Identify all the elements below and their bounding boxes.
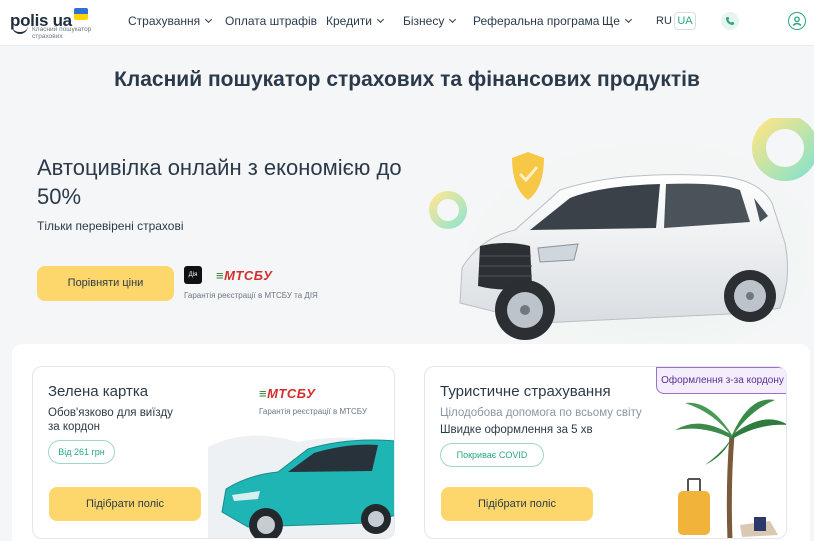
nav-label: Оплата штрафів	[225, 14, 317, 28]
nav-more[interactable]: Ще	[602, 14, 632, 28]
flag-icon	[73, 8, 88, 20]
card-text: за кордон	[48, 421, 101, 433]
mtsbu-logo: ≡МТСБУ	[216, 268, 273, 283]
pick-policy-button[interactable]: Підібрати поліс	[49, 487, 201, 521]
pick-policy-button[interactable]: Підібрати поліс	[441, 487, 593, 521]
card-text: Цілодобова допомога по всьому світу	[440, 407, 642, 419]
nav-label: Реферальна програма	[473, 14, 600, 28]
chevron-down-icon	[449, 15, 457, 24]
logo-tagline: Класний пошукатор страхових	[32, 26, 92, 40]
diia-logo: Дія	[184, 266, 202, 284]
abroad-badge: Оформлення з-за кордону	[656, 367, 786, 394]
nav-insurance[interactable]: Страхування	[128, 14, 213, 28]
hero-car-illustration	[429, 118, 814, 348]
lang-ru[interactable]: RU	[656, 15, 672, 27]
user-icon[interactable]	[788, 12, 806, 30]
card-text: Обов'язково для виїзду	[48, 407, 173, 419]
lang-ua[interactable]: UA	[674, 12, 696, 30]
travel-insurance-card[interactable]: Оформлення з-за кордону Туристичне страх…	[424, 366, 787, 539]
hero-title: Автоцивілка онлайн з економією до 50%	[37, 155, 402, 209]
card-title: Зелена картка	[48, 383, 149, 400]
nav-label: Бізнесу	[403, 14, 445, 28]
teal-car-illustration	[208, 435, 394, 538]
chevron-down-icon	[624, 15, 632, 24]
card-text: Швидке оформлення за 5 хв	[440, 424, 593, 436]
covid-badge: Покриває COVID	[440, 443, 544, 467]
nav-label: Кредити	[326, 14, 372, 28]
page-title: Класний пошукатор страхових та фінансови…	[114, 68, 700, 91]
compare-prices-button[interactable]: Порівняти ціни	[37, 266, 174, 301]
nav-referral[interactable]: Реферальна програма	[473, 14, 599, 28]
card-title: Туристичне страхування	[440, 383, 611, 400]
logo-smile-icon	[12, 26, 28, 34]
logo[interactable]: polis ua Класний пошукатор страхових	[10, 8, 102, 42]
nav-credits[interactable]: Кредити	[326, 14, 385, 28]
hero-subtitle: Тільки перевірені страхові	[37, 219, 184, 233]
green-card-card[interactable]: Зелена картка Обов'язково для виїзду за …	[32, 366, 395, 539]
nav-business[interactable]: Бізнесу	[403, 14, 457, 28]
nav-label: Страхування	[128, 14, 201, 28]
guarantee-text: Гарантія реєстрації в МТСБУ та ДІЯ	[184, 291, 318, 300]
top-navbar: polis ua Класний пошукатор страхових Стр…	[0, 0, 814, 46]
chevron-down-icon	[376, 15, 385, 24]
guarantee-text: Гарантія реєстрації в МТСБУ	[259, 407, 367, 416]
nav-fines[interactable]: Оплата штрафів	[225, 14, 317, 28]
chevron-down-icon	[205, 15, 213, 24]
mtsbu-logo: ≡МТСБУ	[259, 386, 316, 401]
mtsbu-text: МТСБУ	[267, 386, 316, 401]
phone-icon[interactable]	[721, 12, 739, 30]
mtsbu-text: МТСБУ	[224, 268, 273, 283]
nav-label: Ще	[602, 14, 620, 28]
palm-suitcase-illustration	[675, 399, 786, 538]
price-badge: Від 261 грн	[48, 440, 115, 464]
